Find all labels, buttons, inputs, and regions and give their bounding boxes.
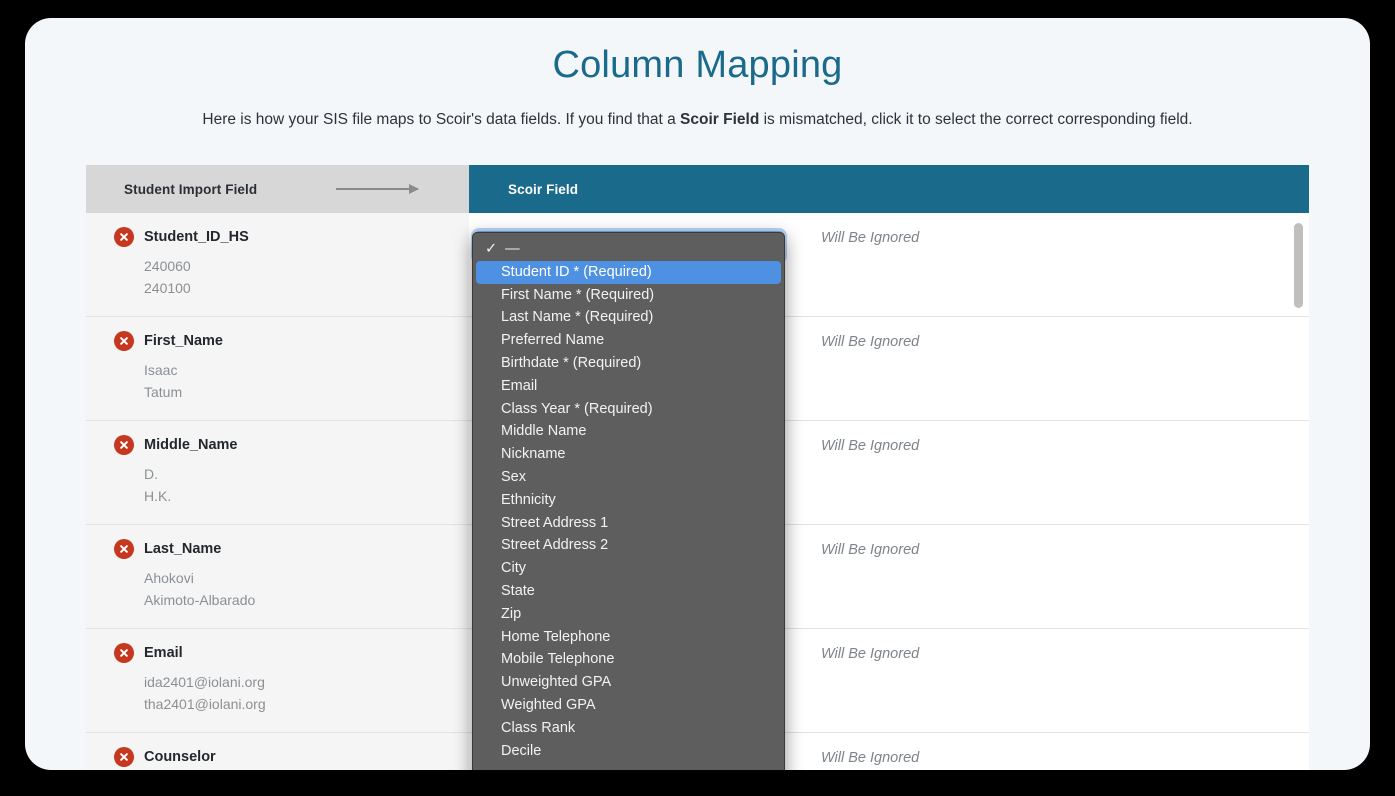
import-field-cell: Middle_Name D. H.K. <box>86 421 469 524</box>
status-badge: Will Be Ignored <box>821 334 920 350</box>
error-x-icon <box>114 435 134 455</box>
status-badge: Will Be Ignored <box>821 750 920 766</box>
status-cell: Will Be Ignored <box>799 317 1309 420</box>
dropdown-option-unweighted-gpa[interactable]: Unweighted GPA <box>473 671 784 694</box>
dropdown-option-class-rank[interactable]: Class Rank <box>473 717 784 740</box>
error-x-icon <box>114 331 134 351</box>
import-field-header: First_Name <box>114 331 469 351</box>
import-field-header: Middle_Name <box>114 435 469 455</box>
import-field-name: Counselor <box>144 749 216 765</box>
status-cell: Will Be Ignored <box>799 213 1309 316</box>
arrow-right-icon <box>336 184 419 194</box>
dropdown-option-decile[interactable]: Decile <box>473 740 784 763</box>
import-field-name: Middle_Name <box>144 437 238 453</box>
dropdown-option-ethnicity[interactable]: Ethnicity <box>473 489 784 512</box>
dropdown-option-preferred-name[interactable]: Preferred Name <box>473 329 784 352</box>
sample-value: Ahokovi <box>144 570 194 586</box>
import-field-cell: Last_Name Ahokovi Akimoto-Albarado <box>86 525 469 628</box>
status-cell: Will Be Ignored <box>799 525 1309 628</box>
dropdown-option-city[interactable]: City <box>473 557 784 580</box>
import-field-header: Last_Name <box>114 539 469 559</box>
import-field-header: Counselor <box>114 747 469 767</box>
import-field-header: Email <box>114 643 469 663</box>
table-header: Student Import Field Scoir Field <box>86 165 1309 213</box>
table-header-scoir-field: Scoir Field <box>469 165 1309 213</box>
sample-value: H.K. <box>144 488 172 504</box>
column-header-label: Scoir Field <box>508 181 579 197</box>
sample-value: 240060 <box>144 258 191 274</box>
dropdown-option-nickname[interactable]: Nickname <box>473 443 784 466</box>
sample-value: ida2401@iolani.org <box>144 674 265 690</box>
sample-value: tha2401@iolani.org <box>144 696 266 712</box>
page-subtitle: Here is how your SIS file maps to Scoir'… <box>25 87 1370 129</box>
import-field-samples: 240060 240100 <box>114 247 469 299</box>
sample-value: Akimoto-Albarado <box>144 592 256 608</box>
table-header-student-import-field: Student Import Field <box>86 165 469 213</box>
import-field-name: Last_Name <box>144 541 222 557</box>
dropdown-option-middle-name[interactable]: Middle Name <box>473 420 784 443</box>
import-field-header: Student_ID_HS <box>114 227 469 247</box>
dropdown-option-home-telephone[interactable]: Home Telephone <box>473 626 784 649</box>
scrollbar-thumb[interactable] <box>1294 223 1303 308</box>
import-field-cell: Student_ID_HS 240060 240100 <box>86 213 469 316</box>
status-cell: Will Be Ignored <box>799 733 1309 770</box>
status-cell: Will Be Ignored <box>799 629 1309 732</box>
dropdown-option-sex[interactable]: Sex <box>473 466 784 489</box>
status-badge: Will Be Ignored <box>821 230 920 246</box>
status-cell: Will Be Ignored <box>799 421 1309 524</box>
subtitle-emphasis: Scoir Field <box>680 111 760 128</box>
error-x-icon <box>114 539 134 559</box>
dropdown-option-birthdate[interactable]: Birthdate * (Required) <box>473 352 784 375</box>
import-field-name: Student_ID_HS <box>144 229 249 245</box>
status-badge: Will Be Ignored <box>821 438 920 454</box>
sample-value: Isaac <box>144 362 178 378</box>
dropdown-option-street-address-2[interactable]: Street Address 2 <box>473 534 784 557</box>
app-window: Column Mapping Here is how your SIS file… <box>25 18 1370 770</box>
page-title: Column Mapping <box>552 44 843 86</box>
dropdown-option-first-name[interactable]: First Name * (Required) <box>473 284 784 307</box>
error-x-icon <box>114 643 134 663</box>
dropdown-option-class-year[interactable]: Class Year * (Required) <box>473 398 784 421</box>
dropdown-option-email[interactable]: Email <box>473 375 784 398</box>
status-badge: Will Be Ignored <box>821 542 920 558</box>
sample-value: Tatum <box>144 384 183 400</box>
import-field-cell: First_Name Isaac Tatum <box>86 317 469 420</box>
scoir-field-dropdown-menu[interactable]: ✓ — Student ID * (Required) First Name *… <box>472 232 785 770</box>
dropdown-option-mobile-telephone[interactable]: Mobile Telephone <box>473 648 784 671</box>
dropdown-option-street-address-1[interactable]: Street Address 1 <box>473 512 784 535</box>
import-field-name: Email <box>144 645 183 661</box>
import-field-samples: Ahokovi Akimoto-Albarado <box>114 559 469 611</box>
subtitle-text-before: Here is how your SIS file maps to Scoir'… <box>202 111 681 128</box>
import-field-samples: ida2401@iolani.org tha2401@iolani.org <box>114 663 469 715</box>
import-field-cell: Email ida2401@iolani.org tha2401@iolani.… <box>86 629 469 732</box>
dropdown-option-last-name[interactable]: Last Name * (Required) <box>473 306 784 329</box>
error-x-icon <box>114 747 134 767</box>
dropdown-option-weighted-gpa[interactable]: Weighted GPA <box>473 694 784 717</box>
status-badge: Will Be Ignored <box>821 646 920 662</box>
column-header-label: Student Import Field <box>124 181 258 197</box>
subtitle-text-after: is mismatched, click it to select the co… <box>759 111 1193 128</box>
dropdown-option-student-id[interactable]: Student ID * (Required) <box>476 260 781 284</box>
error-x-icon <box>114 227 134 247</box>
dropdown-option-none[interactable]: ✓ — <box>473 238 784 261</box>
dropdown-option-state[interactable]: State <box>473 580 784 603</box>
sample-value: D. <box>144 466 158 482</box>
dropdown-option-zip[interactable]: Zip <box>473 603 784 626</box>
import-field-cell: Counselor <box>86 733 469 770</box>
import-field-samples: Isaac Tatum <box>114 351 469 403</box>
sample-value: 240100 <box>144 280 191 296</box>
vertical-scrollbar[interactable] <box>1294 213 1303 770</box>
import-field-samples: D. H.K. <box>114 455 469 507</box>
import-field-name: First_Name <box>144 333 223 349</box>
